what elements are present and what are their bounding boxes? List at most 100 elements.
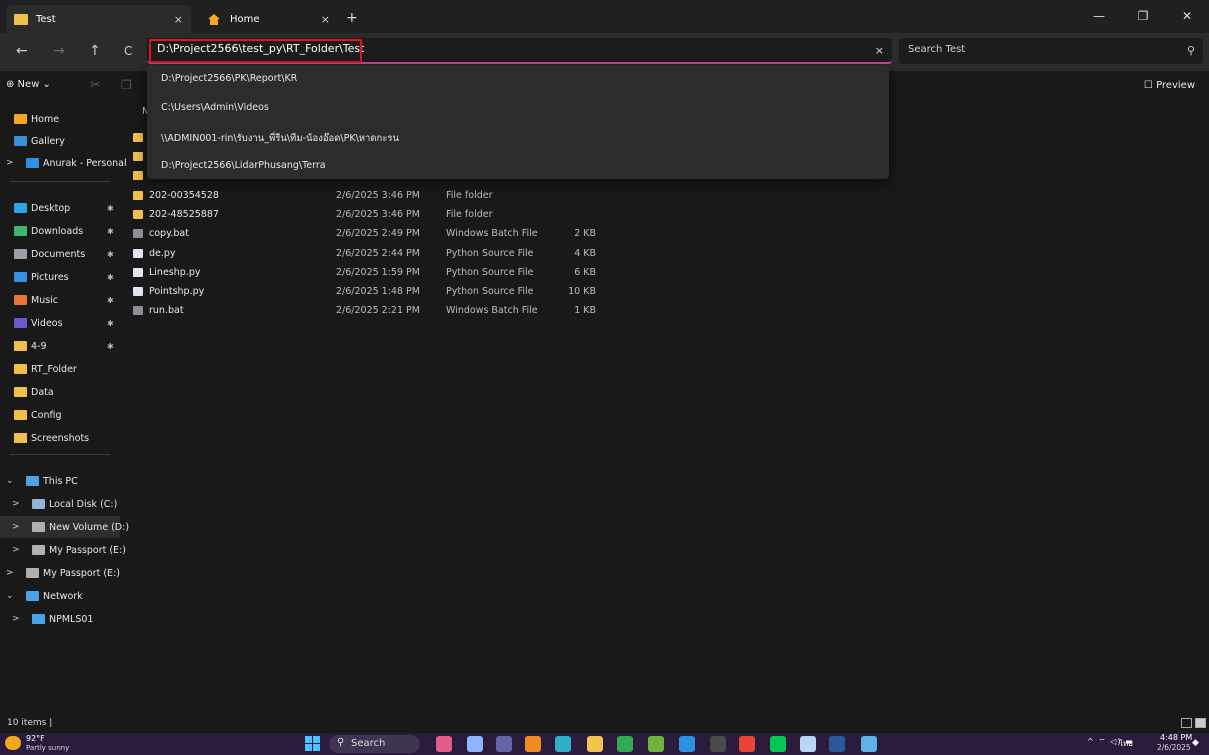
pin-icon[interactable]: ✱ — [107, 273, 114, 282]
weather-temp[interactable]: 92°F — [26, 734, 45, 743]
expand-chevron-icon[interactable]: > — [12, 614, 20, 624]
expand-chevron-icon[interactable]: > — [12, 522, 20, 532]
search-icon[interactable]: ⚲ — [1187, 44, 1195, 57]
up-button[interactable]: ↑ — [89, 43, 101, 59]
tab-close-button[interactable]: × — [321, 13, 330, 26]
sidebar-item[interactable]: Downloads ✱ — [0, 220, 120, 242]
file-row[interactable]: 202-48525887 2/6/2025 3:46 PM File folder — [130, 206, 630, 225]
sidebar-item[interactable]: 4-9 ✱ — [0, 335, 120, 357]
sidebar-item[interactable]: Music ✱ — [0, 289, 120, 311]
expand-chevron-icon[interactable]: > — [12, 545, 20, 555]
tray-icons[interactable]: ^ ⌔ ◁) ▬ — [1087, 737, 1134, 747]
maximize-button[interactable]: ❐ — [1121, 0, 1165, 33]
pin-icon[interactable]: ✱ — [107, 250, 114, 259]
weather-icon[interactable] — [5, 736, 21, 750]
refresh-button[interactable]: C — [124, 44, 132, 58]
line-icon[interactable] — [770, 736, 786, 752]
minimize-button[interactable]: — — [1077, 0, 1121, 33]
widget-icon[interactable] — [436, 736, 452, 752]
tab-test[interactable]: Test × — [6, 5, 191, 33]
details-view-icon[interactable] — [1181, 718, 1192, 728]
expand-chevron-icon[interactable]: > — [6, 568, 14, 578]
forward-button[interactable]: → — [53, 43, 65, 59]
file-row[interactable]: Lineshp.py 2/6/2025 1:59 PM Python Source … — [130, 264, 630, 283]
explorer-icon[interactable] — [587, 736, 603, 752]
file-row[interactable]: 202-00354528 2/6/2025 3:46 PM File folder — [130, 187, 630, 206]
search-input[interactable]: Search Test — [908, 44, 965, 55]
clear-address-button[interactable]: × — [875, 44, 884, 57]
suggestion-item[interactable]: C:\Users\Admin\Videos — [161, 102, 269, 113]
new-button[interactable]: ⊕ New ⌄ — [6, 79, 51, 90]
windows-start-icon[interactable] — [305, 736, 321, 752]
teams-icon[interactable] — [496, 736, 512, 752]
copy-icon[interactable]: ❐ — [121, 78, 132, 92]
file-date: 2/6/2025 3:46 PM — [336, 209, 420, 221]
word-icon[interactable] — [829, 736, 845, 752]
tiles-view-icon[interactable] — [1195, 718, 1206, 728]
app-orange-icon[interactable] — [525, 736, 541, 752]
pc-icon — [26, 476, 39, 486]
network-icon — [26, 591, 39, 601]
notepad-icon[interactable] — [861, 736, 877, 752]
pin-icon[interactable]: ✱ — [107, 319, 114, 328]
qgis-icon[interactable] — [648, 736, 664, 752]
expand-chevron-icon[interactable]: ⌄ — [6, 476, 14, 486]
weather-desc[interactable]: Partly sunny — [26, 744, 69, 752]
suggestion-item[interactable]: D:\Project2566\LidarPhusang\Terra — [161, 160, 326, 171]
sidebar-item-label: My Passport (E:) — [49, 544, 126, 556]
sidebar-item[interactable]: Documents ✱ — [0, 243, 120, 265]
sidebar-item[interactable]: Screenshots — [0, 427, 120, 449]
sidebar-item[interactable]: Gallery — [0, 130, 120, 152]
tab-home[interactable]: Home × — [200, 5, 340, 33]
sidebar-item[interactable]: > Local Disk (C:) — [0, 493, 120, 515]
sidebar-item[interactable]: > My Passport (E:) — [0, 539, 126, 561]
pin-icon[interactable]: ✱ — [107, 227, 114, 236]
file-row[interactable]: Pointshp.py 2/6/2025 1:48 PM Python Source… — [130, 283, 630, 302]
file-date: 2/6/2025 1:59 PM — [336, 266, 420, 278]
sidebar-item[interactable]: ⌄ Network — [0, 585, 120, 607]
address-bar[interactable]: × — [147, 38, 892, 64]
back-button[interactable]: ← — [16, 43, 28, 59]
file-row[interactable]: de.py 2/6/2025 2:44 PM Python Source File 4… — [130, 245, 630, 264]
sidebar-item[interactable]: RT_Folder — [0, 358, 120, 380]
sidebar-item[interactable]: Data — [0, 381, 120, 403]
suggestion-item[interactable]: D:\Project2566\PK\Report\KR — [161, 73, 297, 84]
cut-icon[interactable]: ✂ — [90, 78, 101, 93]
file-row[interactable]: run.bat 2/6/2025 2:21 PM Windows Batch Fil… — [130, 302, 630, 321]
expand-chevron-icon[interactable]: > — [6, 158, 14, 168]
sidebar-item[interactable]: > NPMLS01 — [0, 608, 120, 630]
vscode-icon[interactable] — [679, 736, 695, 752]
suggestion-item[interactable]: \\ADMIN001-rin\รับงาน_พี่รีน\ทีม-น้องอ๊อ… — [161, 131, 399, 146]
new-tab-button[interactable]: + — [346, 10, 358, 26]
chrome-alt-icon[interactable] — [739, 736, 755, 752]
sidebar-item[interactable]: Desktop ✱ — [0, 197, 120, 219]
sidebar-item[interactable]: Pictures ✱ — [0, 266, 120, 288]
file-row[interactable]: copy.bat 2/6/2025 2:49 PM Windows Batch Fi… — [130, 225, 630, 244]
sidebar-item[interactable]: > Anurak - Personal — [0, 152, 127, 174]
close-window-button[interactable]: ✕ — [1165, 0, 1209, 33]
notification-bell-icon[interactable]: ◆ — [1192, 738, 1199, 748]
pin-icon[interactable]: ✱ — [107, 342, 114, 351]
expand-chevron-icon[interactable]: ⌄ — [6, 591, 14, 601]
pin-icon[interactable]: ✱ — [107, 296, 114, 305]
photos-icon[interactable] — [800, 736, 816, 752]
sidebar-item[interactable]: > New Volume (D:) — [0, 516, 129, 538]
taskbar-search[interactable]: ⚲ Search — [329, 735, 420, 753]
clock-date[interactable]: 2/6/2025 — [1157, 743, 1191, 752]
edge-icon[interactable] — [555, 736, 571, 752]
sidebar-item[interactable]: Config — [0, 404, 120, 426]
taskview-icon[interactable] — [467, 736, 483, 752]
expand-chevron-icon[interactable]: > — [12, 499, 20, 509]
clock-time[interactable]: 4:48 PM — [1160, 733, 1192, 742]
tab-close-button[interactable]: × — [174, 13, 183, 26]
sidebar-item[interactable]: > My Passport (E:) — [0, 562, 120, 584]
pin-icon[interactable]: ✱ — [107, 204, 114, 213]
sidebar-item[interactable]: ⌄ This PC — [0, 470, 120, 492]
search-box[interactable]: Search Test ⚲ — [899, 38, 1203, 64]
terminal-icon[interactable] — [710, 736, 726, 752]
preview-button[interactable]: ☐ Preview — [1144, 80, 1195, 91]
sidebar-item[interactable]: Home — [0, 108, 120, 130]
address-highlight-box — [149, 39, 362, 63]
sidebar-item[interactable]: Videos ✱ — [0, 312, 120, 334]
chrome-icon[interactable] — [617, 736, 633, 752]
